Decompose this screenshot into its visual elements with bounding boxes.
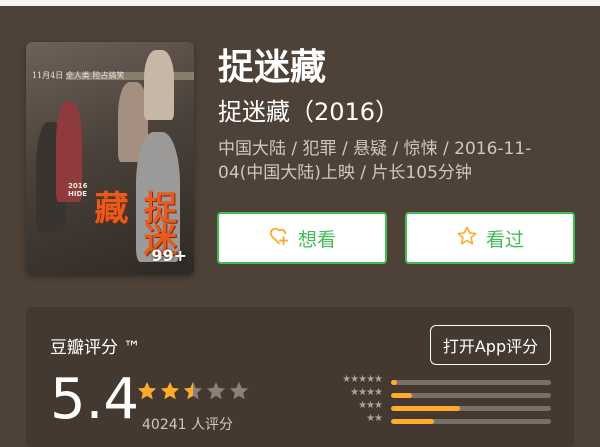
distribution-bar-track [391,406,551,411]
rating-stars [136,380,250,402]
star-outline-icon [456,225,478,252]
rating-count: 40241 人评分 [142,417,233,433]
distribution-star-label: ★★★★★ [342,374,383,385]
movie-poster[interactable]: 11月4日 全人类 险占搞笑 2016 HIDE 捉迷藏 99+ [26,42,194,275]
douban-rating-label: 豆瓣评分 ™ [50,338,141,358]
rating-score: 5.4 [50,367,140,432]
distribution-bar-fill [391,406,460,411]
movie-meta: 中国大陆 / 犯罪 / 悬疑 / 惊悚 / 2016-11-04(中国大陆)上映… [218,139,532,183]
want-to-watch-label: 想看 [297,228,336,251]
distribution-bar-track [391,419,551,424]
distribution-star-label: ★★★ [358,400,383,411]
poster-date-line: 11月4日 全人类 险占搞笑 [32,71,125,80]
top-strip [0,0,600,6]
rating-star [206,381,226,400]
distribution-star-label: ★★★★ [350,387,383,398]
distribution-bar-fill [391,419,435,424]
watched-button[interactable]: 看过 [405,212,575,264]
distribution-row: ★★★★★ [324,374,554,387]
distribution-bar-fill [391,393,412,398]
distribution-bar-track [391,393,551,398]
poster-count-badge: 99+ [151,246,187,265]
movie-title: 捉迷藏 [218,47,327,88]
heart-plus-icon [268,225,290,252]
distribution-star-label: ★★ [366,413,383,424]
watched-label: 看过 [485,228,524,251]
want-to-watch-button[interactable]: 想看 [217,212,387,264]
distribution-bar-fill [391,380,398,385]
distribution-bar-track [391,380,551,385]
open-app-rate-button[interactable]: 打开App评分 [430,325,551,365]
rating-star [183,381,203,400]
movie-subtitle: 捉迷藏（2016） [218,98,400,126]
distribution-row: ★★ [324,413,554,426]
distribution-row: ★★★ [324,400,554,413]
distribution-row: ★★★★ [324,387,554,400]
rating-star [229,381,249,400]
rating-star [160,381,180,400]
rating-star [137,381,157,400]
